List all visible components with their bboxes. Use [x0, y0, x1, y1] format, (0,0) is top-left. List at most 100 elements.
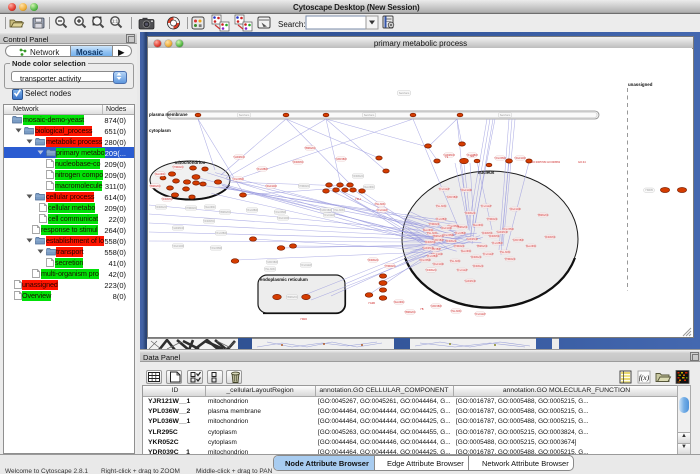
svg-text:YFL011W: YFL011W — [475, 313, 487, 316]
svg-text:YEL069C: YEL069C — [461, 250, 472, 253]
svg-text:YDL194W: YDL194W — [172, 245, 184, 248]
svg-text:f(x): f(x) — [639, 373, 650, 382]
svg-text:YNL318C: YNL318C — [500, 251, 511, 254]
svg-text:YFL011W: YFL011W — [377, 209, 389, 212]
svg-text:YHR092C: YHR092C — [185, 207, 196, 210]
svg-text:YKL038W: YKL038W — [246, 209, 258, 212]
svg-text:YDR345C: YDR345C — [424, 241, 435, 244]
svg-text:endoplasmic reticulum: endoplasmic reticulum — [260, 277, 308, 282]
svg-text:YEL069C: YEL069C — [423, 229, 434, 232]
svg-text:YDR342C: YDR342C — [445, 240, 456, 243]
svg-text:YDL194W: YDL194W — [277, 217, 289, 220]
svg-text:Saccharo: Saccharo — [500, 114, 511, 117]
svg-text:YNL318C: YNL318C — [450, 260, 461, 263]
svg-text:YEL069C: YEL069C — [155, 173, 166, 176]
svg-text:YOL156W: YOL156W — [232, 178, 244, 181]
svg-text:YOL156W: YOL156W — [419, 259, 431, 262]
svg-text:YOL156W: YOL156W — [442, 234, 454, 237]
svg-text:YLR081W: YLR081W — [422, 247, 434, 250]
svg-text:YJR158W: YJR158W — [320, 209, 332, 212]
svg-text:GO:44: GO:44 — [578, 160, 586, 164]
svg-text:nucleus: nucleus — [478, 170, 495, 175]
svg-text:YNL318C: YNL318C — [334, 209, 345, 212]
svg-text:YHR092C: YHR092C — [453, 245, 464, 248]
svg-text:YBR020C: YBR020C — [404, 311, 415, 314]
svg-text:YDR345C: YDR345C — [203, 220, 214, 223]
svg-text:YFL011W: YFL011W — [481, 205, 493, 208]
svg-text:YOL156W: YOL156W — [494, 157, 506, 160]
svg-text:YBR020C: YBR020C — [149, 185, 160, 188]
svg-text:YDR342C: YDR342C — [352, 175, 363, 178]
svg-text:YNL318C: YNL318C — [451, 310, 462, 313]
svg-text:YDR342C: YDR342C — [470, 256, 481, 259]
svg-text:YFL011W: YFL011W — [324, 214, 336, 217]
svg-text:YLR081W: YLR081W — [233, 156, 245, 159]
svg-text:YDL194W: YDL194W — [265, 185, 277, 188]
svg-text:YJR158W: YJR158W — [335, 158, 347, 161]
svg-text:YKL038W: YKL038W — [426, 255, 438, 258]
svg-text:YKL038W: YKL038W — [256, 168, 268, 171]
svg-text:YFL011W: YFL011W — [301, 264, 313, 267]
svg-text:YHR092C: YHR092C — [486, 218, 497, 221]
svg-text:YDR2: YDR2 — [300, 317, 307, 321]
svg-text:YOL156W: YOL156W — [274, 211, 286, 214]
svg-text:YDR342C: YDR342C — [155, 206, 166, 209]
svg-text:YBR020C: YBR020C — [304, 147, 315, 150]
svg-text:YKL038W: YKL038W — [454, 232, 466, 235]
svg-text:Saccharo: Saccharo — [364, 114, 375, 117]
svg-text:YEL069C: YEL069C — [394, 301, 405, 304]
svg-text:plasma membrane: plasma membrane — [149, 112, 188, 117]
svg-text:YLR081W: YLR081W — [172, 227, 184, 230]
svg-text:1:1: 1:1 — [112, 19, 119, 24]
svg-text:YBR020C: YBR020C — [537, 214, 548, 217]
svg-text:YB: YB — [420, 307, 424, 311]
svg-text:Saccharo: Saccharo — [239, 114, 250, 117]
svg-text:YEL069C: YEL069C — [364, 186, 375, 189]
svg-text:YKL038W: YKL038W — [435, 218, 447, 221]
svg-text:YNL318C: YNL318C — [265, 268, 276, 271]
svg-text:YDR342C: YDR342C — [367, 259, 378, 262]
svg-text:YNL318C: YNL318C — [375, 203, 386, 206]
svg-text:YDR345C: YDR345C — [161, 198, 172, 201]
svg-text:Saccharo: Saccharo — [399, 92, 410, 95]
svg-text:YKL038W: YKL038W — [491, 242, 503, 245]
svg-text:Search:: Search: — [278, 20, 306, 29]
svg-text:YDL194W: YDL194W — [509, 208, 521, 211]
svg-text:YEL069C: YEL069C — [473, 224, 484, 227]
svg-text:YEL069C: YEL069C — [526, 245, 537, 248]
svg-text:YBR020C: YBR020C — [286, 296, 297, 299]
svg-text:YDL194W: YDL194W — [460, 189, 472, 192]
svg-text:YBR020C: YBR020C — [432, 235, 443, 238]
svg-text:YKL038W: YKL038W — [215, 232, 227, 235]
svg-text:unassigned: unassigned — [628, 82, 653, 87]
svg-text:YJR158W: YJR158W — [266, 261, 278, 264]
svg-text:Y1: Y1 — [445, 155, 449, 159]
svg-text:YDR342C: YDR342C — [425, 269, 436, 272]
svg-text:mitochondrion: mitochondrion — [175, 160, 206, 165]
svg-text:YHR092C: YHR092C — [384, 265, 395, 268]
svg-text:YGR0: YGR0 — [368, 301, 376, 305]
svg-text:nuc: nuc — [470, 155, 475, 158]
svg-text:YDR345C: YDR345C — [488, 235, 499, 238]
svg-text:YLR081W: YLR081W — [496, 231, 508, 234]
svg-text:YDR345C: YDR345C — [544, 236, 555, 239]
svg-text:YDL194W: YDL194W — [440, 227, 452, 230]
svg-text:YHR092C: YHR092C — [428, 223, 439, 226]
svg-text:YFL011W: YFL011W — [483, 253, 495, 256]
svg-text:YLR081W: YLR081W — [464, 280, 476, 283]
svg-text:GO:0005739 GO:000563: GO:0005739 GO:000563 — [531, 160, 561, 164]
svg-text:YDL194W: YDL194W — [432, 263, 444, 266]
svg-text:YDL194W: YDL194W — [514, 157, 526, 160]
svg-text:YHR092C: YHR092C — [504, 258, 515, 261]
svg-text:cytoplasm: cytoplasm — [149, 128, 171, 133]
svg-text:YBR020C: YBR020C — [476, 245, 487, 248]
svg-text:YHR092C: YHR092C — [172, 166, 183, 169]
svg-text:YLR081W: YLR081W — [466, 238, 478, 241]
svg-text:YFL011W: YFL011W — [439, 188, 451, 191]
svg-text:YHR092C: YHR092C — [298, 185, 309, 188]
svg-text:YKL1: YKL1 — [355, 197, 362, 201]
svg-text:YKR05: YKR05 — [645, 189, 654, 192]
svg-text:YDR342C: YDR342C — [472, 265, 483, 268]
svg-text:YDR345C: YDR345C — [292, 161, 303, 164]
svg-text:YOL156W: YOL156W — [210, 247, 222, 250]
